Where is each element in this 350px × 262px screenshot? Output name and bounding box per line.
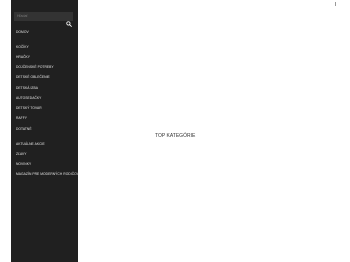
menu-item-novinky[interactable]: NOVINKY xyxy=(16,162,31,166)
menu-item-dojcenske-potreby[interactable]: DOJČENSKÉ POTREBY xyxy=(16,65,54,69)
menu-item-domov[interactable]: DOMOV xyxy=(16,30,29,34)
menu-item-aktualne-akcie[interactable]: AKTUÁLNE AKCIE xyxy=(16,142,45,146)
top-categories-heading: TOP KATEGÓRIE xyxy=(155,133,196,139)
menu-item-raffy[interactable]: RAFFY xyxy=(16,116,27,120)
close-icon[interactable]: × xyxy=(77,3,85,11)
search-input[interactable] xyxy=(14,12,73,21)
scroll-indicator xyxy=(335,2,336,6)
menu-item-zlavy[interactable]: ZĽAVY xyxy=(16,152,26,156)
menu-item-autosedacky[interactable]: AUTOSEDAČKY xyxy=(16,96,41,100)
menu-item-hracky[interactable]: HRAČKY xyxy=(16,55,30,59)
menu-item-dotatne[interactable]: DOTATNÉ xyxy=(16,127,32,131)
search-icon[interactable] xyxy=(66,21,72,27)
menu-item-detska-izba[interactable]: DETSKÁ IZBA xyxy=(16,86,38,90)
menu-item-kociky[interactable]: KOČÍKY xyxy=(16,45,29,49)
side-menu: × DOMOV KOČÍKY HRAČKY DOJČENSKÉ POTREBY … xyxy=(11,0,83,262)
menu-item-magazin[interactable]: MAGAZÍN PRE MODERNÝCH RODIČOV xyxy=(16,172,79,176)
menu-item-detsky-tovar[interactable]: DETSKÝ TOVAR xyxy=(16,106,42,110)
menu-item-detske-oblecenie[interactable]: DETSKÉ OBLEČENIE xyxy=(16,75,50,79)
